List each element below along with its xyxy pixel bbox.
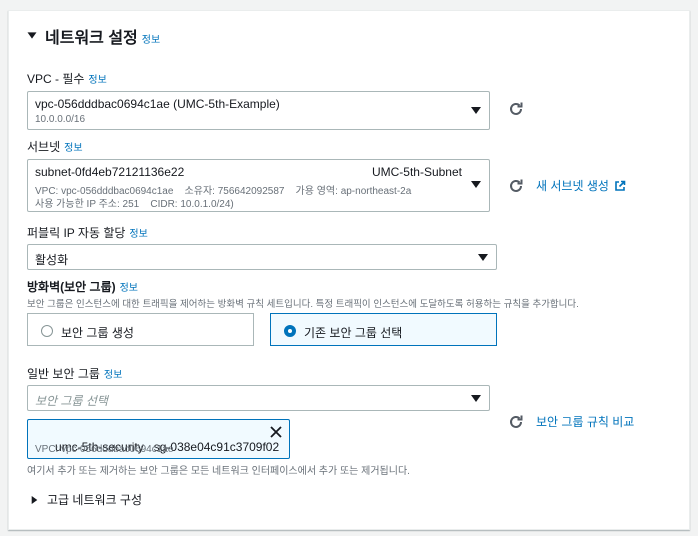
subnet-name: UMC-5th-Subnet xyxy=(371,165,462,179)
radio-create-label: 보안 그룹 생성 xyxy=(61,326,134,340)
token-vpc: VPC: vpc-056dddbac0694c1ae xyxy=(35,444,174,455)
public-ip-label: 퍼블릭 IP 자동 할당 xyxy=(27,226,126,240)
chevron-down-icon xyxy=(478,254,488,261)
sg-refresh-icon[interactable] xyxy=(508,414,524,430)
section-info-link[interactable]: 정보 xyxy=(142,35,160,46)
vpc-cidr: 10.0.0.0/16 xyxy=(35,114,86,125)
firewall-label: 방화벽(보안 그룹) xyxy=(27,280,116,294)
firewall-label-row: 방화벽(보안 그룹) 정보 xyxy=(27,278,138,295)
vpc-refresh-icon[interactable] xyxy=(508,101,524,117)
vpc-info-link[interactable]: 정보 xyxy=(88,75,106,86)
public-ip-info-link[interactable]: 정보 xyxy=(129,229,147,240)
compare-sg-rules-link[interactable]: 보안 그룹 규칙 비교 xyxy=(536,413,634,430)
radio-existing-security-group[interactable]: 기존 보안 그룹 선택 xyxy=(270,313,497,346)
subnet-refresh-icon[interactable] xyxy=(508,178,524,194)
create-subnet-link[interactable]: 새 서브넷 생성 xyxy=(536,177,626,194)
common-sg-info-link[interactable]: 정보 xyxy=(104,370,122,381)
chevron-down-icon xyxy=(471,395,481,402)
chevron-down-icon xyxy=(471,107,481,114)
refresh-icon xyxy=(510,102,523,115)
security-group-token: umc-5th-security sg-038e04c91c3709f02 VP… xyxy=(27,419,290,459)
subnet-select[interactable]: subnet-0fd4eb72121136e22 UMC-5th-Subnet … xyxy=(27,159,490,212)
public-ip-select[interactable]: 활성화 xyxy=(27,244,497,270)
security-group-placeholder: 보안 그룹 선택 xyxy=(35,394,108,408)
chevron-right-icon xyxy=(31,495,38,504)
subnet-label-row: 서브넷 정보 xyxy=(27,138,83,155)
advanced-network-label: 고급 네트워크 구성 xyxy=(47,493,142,507)
subnet-id: subnet-0fd4eb72121136e22 xyxy=(35,165,185,179)
common-sg-label-row: 일반 보안 그룹 정보 xyxy=(27,365,122,382)
vpc-select[interactable]: vpc-056dddbac0694c1ae (UMC-5th-Example) … xyxy=(27,91,490,130)
security-group-select[interactable]: 보안 그룹 선택 xyxy=(27,385,490,411)
network-settings-panel: 네트워크 설정 정보 VPC - 필수 정보 vpc-056dddbac0694c1… xyxy=(8,10,690,530)
subnet-info-link[interactable]: 정보 xyxy=(64,143,82,154)
close-icon[interactable] xyxy=(270,426,282,438)
subnet-detail-2: 사용 가능한 IP 주소: 251 CIDR: 10.0.1.0/24) xyxy=(35,199,234,210)
vpc-label: VPC - 필수 xyxy=(27,72,85,86)
radio-create-security-group[interactable]: 보안 그룹 생성 xyxy=(27,313,254,346)
sg-hint: 여기서 추가 또는 제거하는 보안 그룹은 모든 네트워크 인터페이스에서 추가… xyxy=(27,466,410,477)
radio-existing-label: 기존 보안 그룹 선택 xyxy=(304,326,403,340)
refresh-icon xyxy=(510,179,523,192)
firewall-info-link[interactable]: 정보 xyxy=(120,283,138,294)
chevron-down-icon xyxy=(471,181,481,188)
vpc-select-value: vpc-056dddbac0694c1ae (UMC-5th-Example) xyxy=(35,97,280,111)
section-header[interactable]: 네트워크 설정 정보 xyxy=(45,24,160,48)
advanced-network-toggle[interactable]: 고급 네트워크 구성 xyxy=(31,491,142,508)
radio-button[interactable] xyxy=(41,325,53,337)
collapse-caret-icon[interactable] xyxy=(27,32,37,39)
vpc-label-row: VPC - 필수 정보 xyxy=(27,70,107,87)
public-ip-value: 활성화 xyxy=(35,253,69,267)
firewall-description: 보안 그룹은 인스턴스에 대한 트래픽을 제어하는 방화벽 규칙 세트입니다. … xyxy=(27,299,579,310)
external-link-icon xyxy=(615,180,626,191)
subnet-label: 서브넷 xyxy=(27,140,61,154)
radio-button-selected[interactable] xyxy=(284,325,296,337)
common-sg-label: 일반 보안 그룹 xyxy=(27,367,100,381)
create-subnet-label: 새 서브넷 생성 xyxy=(536,179,609,193)
public-ip-label-row: 퍼블릭 IP 자동 할당 정보 xyxy=(27,224,148,241)
section-title: 네트워크 설정 xyxy=(45,30,138,47)
refresh-icon xyxy=(510,415,523,428)
